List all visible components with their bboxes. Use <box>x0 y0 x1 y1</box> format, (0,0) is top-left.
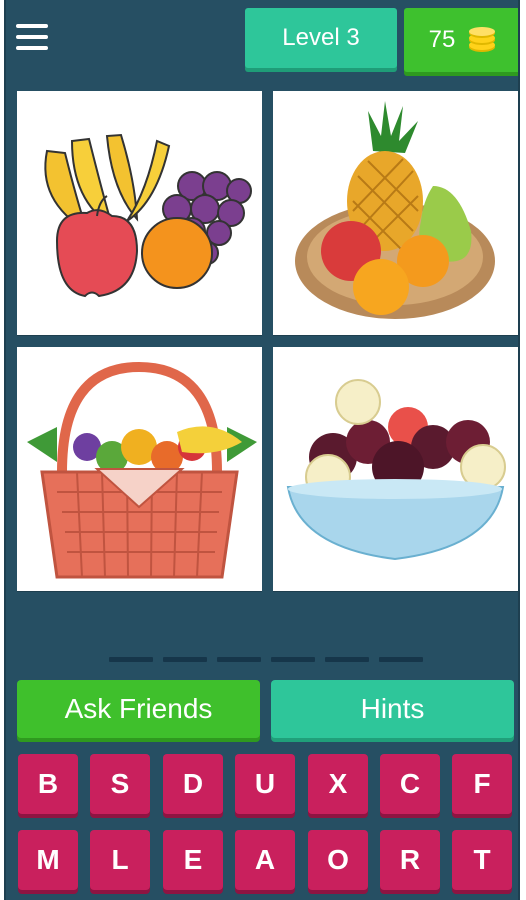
answer-slot[interactable] <box>217 657 261 662</box>
answer-slot[interactable] <box>325 657 369 662</box>
level-label: Level 3 <box>282 24 360 51</box>
hints-button[interactable]: Hints <box>271 680 514 738</box>
game-screen: Level 3 75 Ask Friends Hints B S D U X C… <box>4 0 520 900</box>
coins-count: 75 <box>428 26 456 53</box>
picture-tile-fruits[interactable] <box>17 91 262 335</box>
picture-tile-fruit-basket[interactable] <box>17 347 262 591</box>
fruit-plate-illustration <box>295 101 495 319</box>
picture-tile-fruit-bowl[interactable] <box>273 347 518 591</box>
letter-key[interactable]: S <box>90 754 150 814</box>
letter-key[interactable]: O <box>308 830 368 890</box>
letter-key[interactable]: L <box>90 830 150 890</box>
answer-slot[interactable] <box>109 657 153 662</box>
fruit-basket-illustration <box>27 361 257 579</box>
letter-key[interactable]: R <box>380 830 440 890</box>
picture-tile-fruit-plate[interactable] <box>273 91 518 335</box>
answer-slot[interactable] <box>379 657 423 662</box>
answer-slots <box>109 657 423 662</box>
coins-badge[interactable]: 75 <box>404 8 518 72</box>
fruits-illustration <box>44 133 252 298</box>
ask-friends-button[interactable]: Ask Friends <box>17 680 260 738</box>
letter-key[interactable]: F <box>452 754 512 814</box>
letter-key[interactable]: A <box>235 830 295 890</box>
letter-key[interactable]: E <box>163 830 223 890</box>
coins-icon <box>469 27 496 52</box>
letter-key[interactable]: T <box>452 830 512 890</box>
letter-key[interactable]: M <box>18 830 78 890</box>
letter-key[interactable]: U <box>235 754 295 814</box>
fruit-bowl-illustration <box>286 379 506 561</box>
ask-friends-label: Ask Friends <box>64 693 213 724</box>
hints-label: Hints <box>360 693 425 724</box>
letter-key[interactable]: D <box>163 754 223 814</box>
menu-icon[interactable] <box>16 24 50 52</box>
letter-key[interactable]: C <box>380 754 440 814</box>
letter-key[interactable]: X <box>308 754 368 814</box>
answer-slot[interactable] <box>271 657 315 662</box>
letter-key[interactable]: B <box>18 754 78 814</box>
answer-slot[interactable] <box>163 657 207 662</box>
level-badge: Level 3 <box>245 8 397 68</box>
